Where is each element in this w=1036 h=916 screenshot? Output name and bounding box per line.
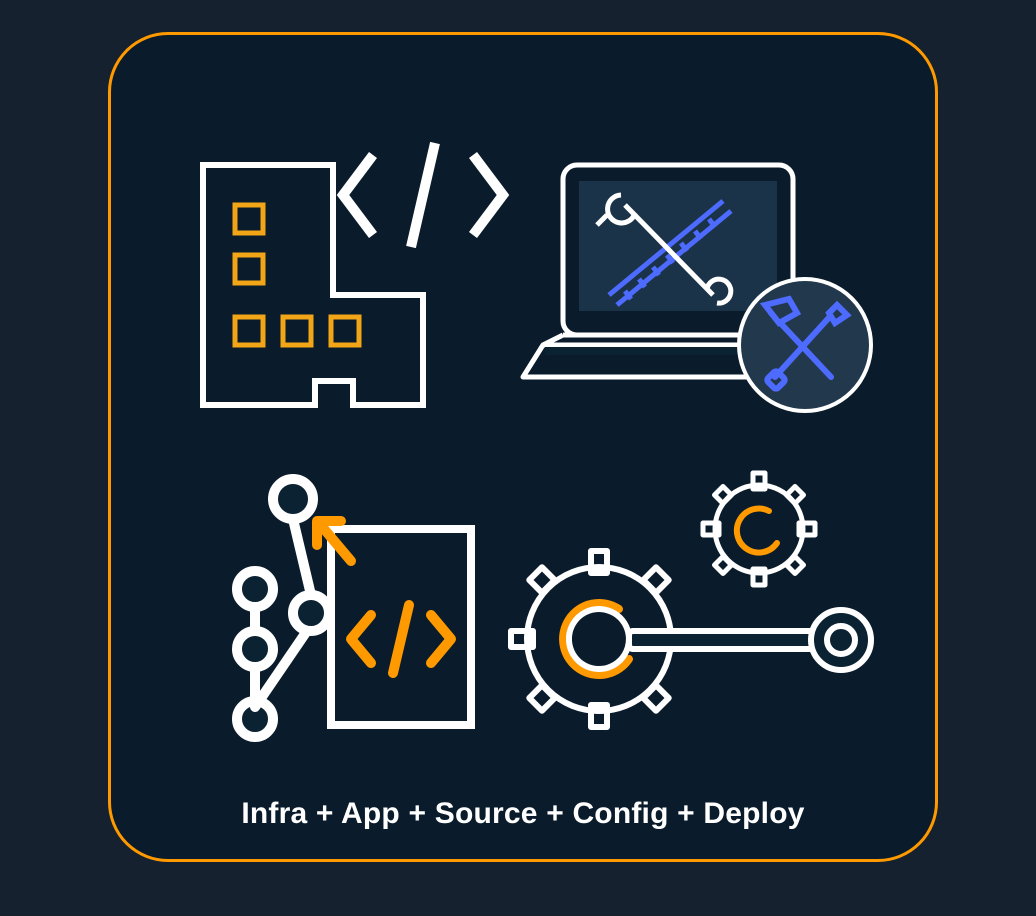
diagram-panel: Infra + App + Source + Config + Deploy bbox=[108, 32, 938, 862]
building-code-icon bbox=[173, 125, 523, 425]
diagram-caption: Infra + App + Source + Config + Deploy bbox=[111, 797, 935, 831]
laptop-tools-icon bbox=[513, 145, 873, 435]
git-branch-code-icon bbox=[201, 459, 491, 759]
gears-wrench-icon bbox=[469, 459, 889, 769]
